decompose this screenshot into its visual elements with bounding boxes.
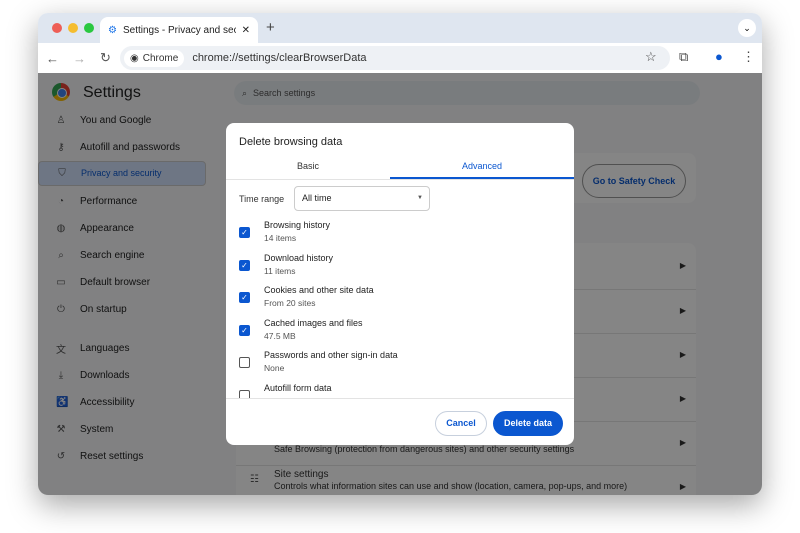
toolbar: ← → ↻ ◉ Chrome chrome://settings/clearBro… — [38, 43, 762, 73]
cancel-button[interactable]: Cancel — [435, 411, 487, 436]
item-label: Cached images and files — [264, 317, 363, 328]
item-summary: 11 items — [264, 265, 296, 276]
bookmark-star-icon[interactable]: ☆ — [645, 49, 657, 65]
checkbox[interactable]: ✓ — [239, 324, 250, 336]
data-types-list[interactable]: ✓ Browsing history 14 items ✓ Download histo… — [226, 218, 574, 398]
checkbox[interactable]: ✓ — [239, 227, 250, 238]
delete-browsing-data-dialog: Delete browsing data Basic Advanced Time… — [226, 123, 574, 445]
address-bar[interactable]: ◉ Chrome chrome://settings/clearBrowserDa… — [120, 46, 670, 70]
url-text: chrome://settings/clearBrowserData — [192, 52, 367, 64]
item-label: Autofill form data — [264, 383, 332, 393]
browser-window: ⚙ Settings - Privacy and security ✕ + ⌄ … — [38, 13, 762, 495]
close-window-button[interactable] — [52, 23, 62, 33]
delete-data-button[interactable]: Delete data — [493, 411, 563, 436]
new-tab-button[interactable]: + — [266, 19, 275, 36]
close-tab-icon[interactable]: ✕ — [242, 25, 250, 36]
checkbox[interactable]: ✓ — [239, 259, 250, 271]
tab-strip: ⚙ Settings - Privacy and security ✕ + ⌄ — [38, 13, 762, 43]
time-range-label: Time range — [239, 194, 285, 204]
tab-divider — [226, 179, 574, 180]
item-summary: 47.5 MB — [264, 330, 296, 341]
item-label: Cookies and other site data — [264, 285, 374, 296]
minimize-window-button[interactable] — [68, 23, 78, 33]
tab-search-button[interactable]: ⌄ — [738, 19, 756, 37]
data-type-item[interactable]: Passwords and other sign-in data None — [226, 348, 574, 380]
tab-title: Settings - Privacy and security — [122, 24, 236, 36]
dropdown-arrow-icon: ▼ — [417, 195, 423, 201]
time-range-value: All time — [302, 193, 332, 203]
item-label: Passwords and other sign-in data — [264, 350, 398, 361]
item-label: Download history — [264, 252, 334, 263]
checkbox[interactable]: ✓ — [239, 292, 250, 304]
chrome-icon: ◉ — [130, 52, 139, 64]
forward-button[interactable]: → — [73, 51, 86, 66]
footer-divider — [226, 398, 574, 399]
site-info-chip[interactable]: ◉ Chrome — [124, 49, 185, 67]
item-label: Browsing history — [264, 220, 331, 230]
back-button[interactable]: ← — [46, 51, 59, 66]
data-type-item[interactable]: ✓ Browsing history 14 items — [226, 218, 574, 250]
item-summary: 14 items — [264, 233, 297, 243]
item-summary: None — [264, 363, 285, 374]
menu-icon[interactable]: ⋮ — [742, 49, 755, 65]
data-type-item[interactable]: ✓ Download history 11 items — [226, 251, 574, 283]
extensions-icon[interactable]: ⧉ — [679, 49, 688, 65]
tab-settings[interactable]: ⚙ Settings - Privacy and security ✕ — [100, 17, 258, 43]
time-range-select[interactable]: All time ▼ — [294, 186, 430, 211]
checkbox[interactable] — [239, 357, 250, 369]
profile-avatar[interactable]: ● — [715, 49, 723, 64]
data-type-item[interactable]: ✓ Cached images and files 47.5 MB — [226, 316, 574, 348]
maximize-window-button[interactable] — [84, 23, 94, 33]
tab-advanced[interactable]: Advanced — [390, 153, 574, 179]
chip-label: Chrome — [142, 52, 179, 64]
checkbox[interactable] — [239, 390, 250, 398]
data-type-item[interactable]: ✓ Cookies and other site data From 20 site… — [226, 283, 574, 315]
dialog-title: Delete browsing data — [239, 136, 343, 148]
gear-icon: ⚙ — [108, 24, 117, 36]
data-type-item[interactable]: Autofill form data — [226, 381, 574, 398]
reload-button[interactable]: ↻ — [100, 50, 111, 66]
tab-basic[interactable]: Basic — [226, 153, 390, 179]
item-summary: From 20 sites — [264, 298, 316, 309]
